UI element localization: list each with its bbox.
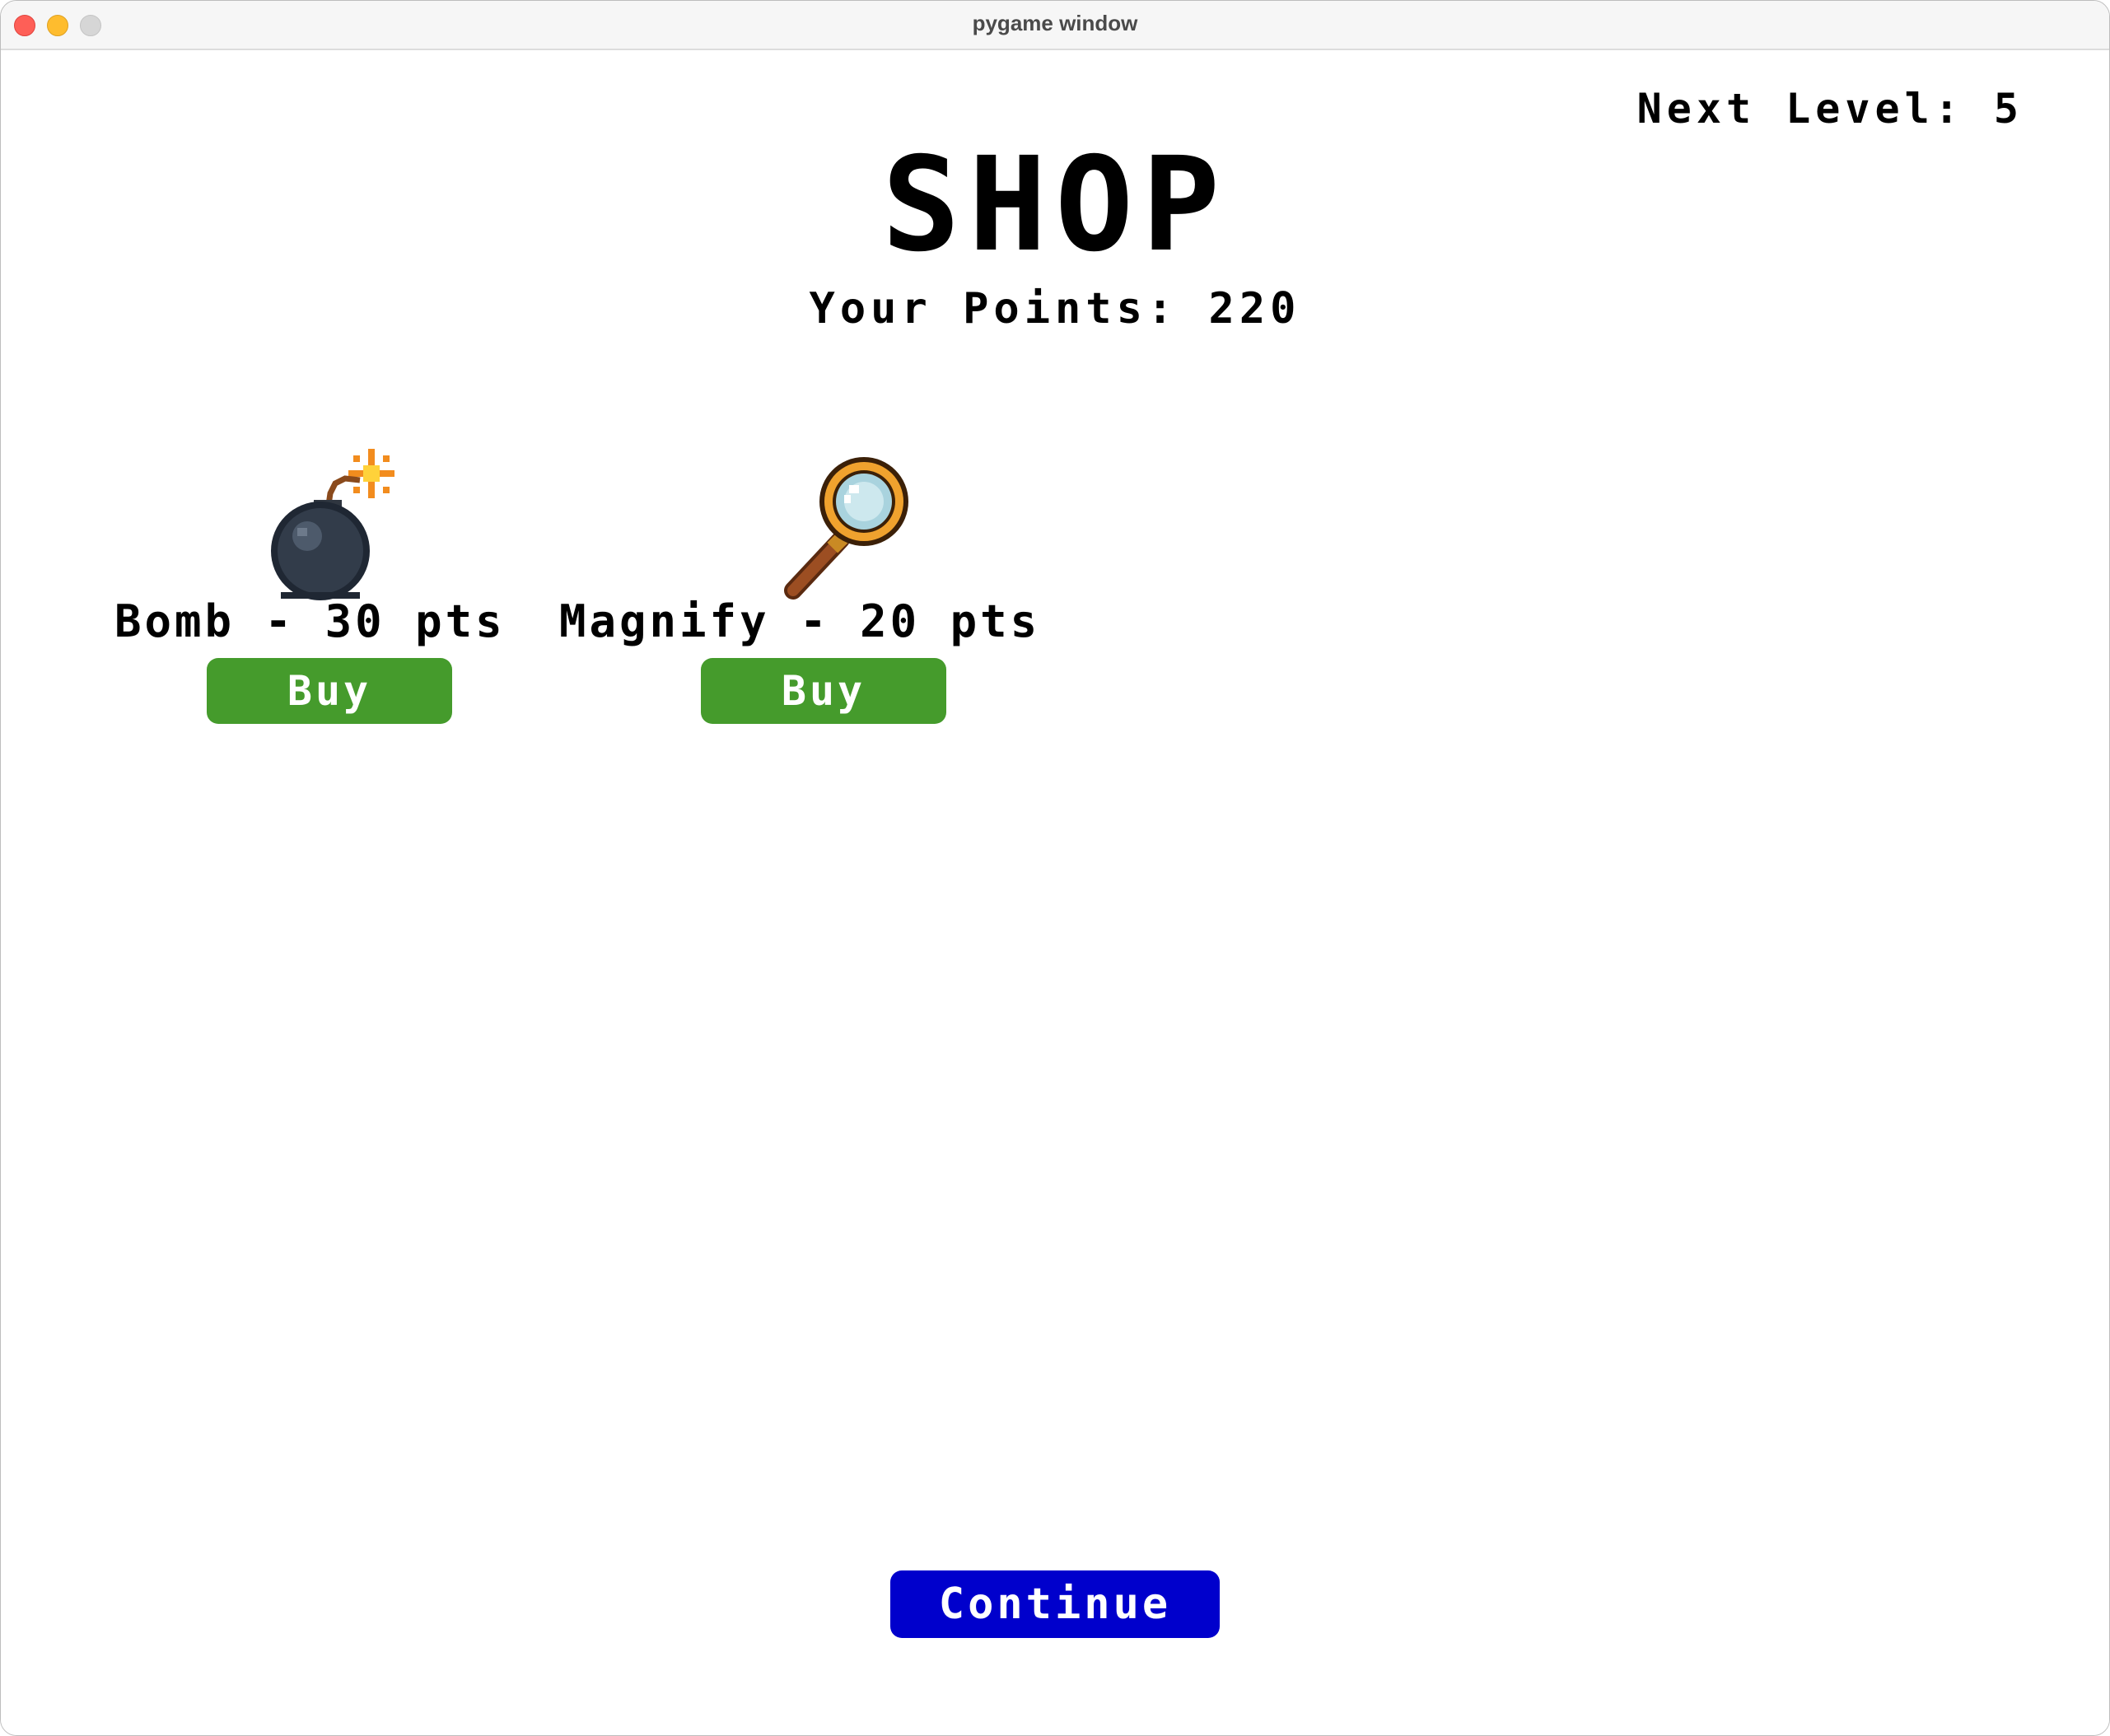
app-window: pygame window Next Level: 5 SHOP Your Po… — [0, 0, 2110, 1736]
bomb-icon — [271, 449, 394, 600]
page-title: SHOP — [881, 129, 1229, 281]
buy-bomb-button[interactable]: Buy — [207, 658, 452, 724]
magnify-item-label: Magnify - 20 pts — [559, 595, 1041, 647]
bomb-item-label: Bomb - 30 pts — [114, 595, 506, 647]
continue-button[interactable]: Continue — [890, 1570, 1220, 1638]
points-display: Your Points: 220 — [809, 284, 1301, 334]
magnifying-glass-icon — [784, 457, 908, 600]
buy-magnify-button[interactable]: Buy — [701, 658, 946, 724]
window-title: pygame window — [972, 11, 1138, 35]
shop-screen: Next Level: 5 SHOP Your Points: 220 Bomb… — [1, 50, 2109, 1735]
next-level-indicator: Next Level: 5 — [1636, 85, 2024, 133]
title-bar: pygame window — [1, 1, 2109, 50]
